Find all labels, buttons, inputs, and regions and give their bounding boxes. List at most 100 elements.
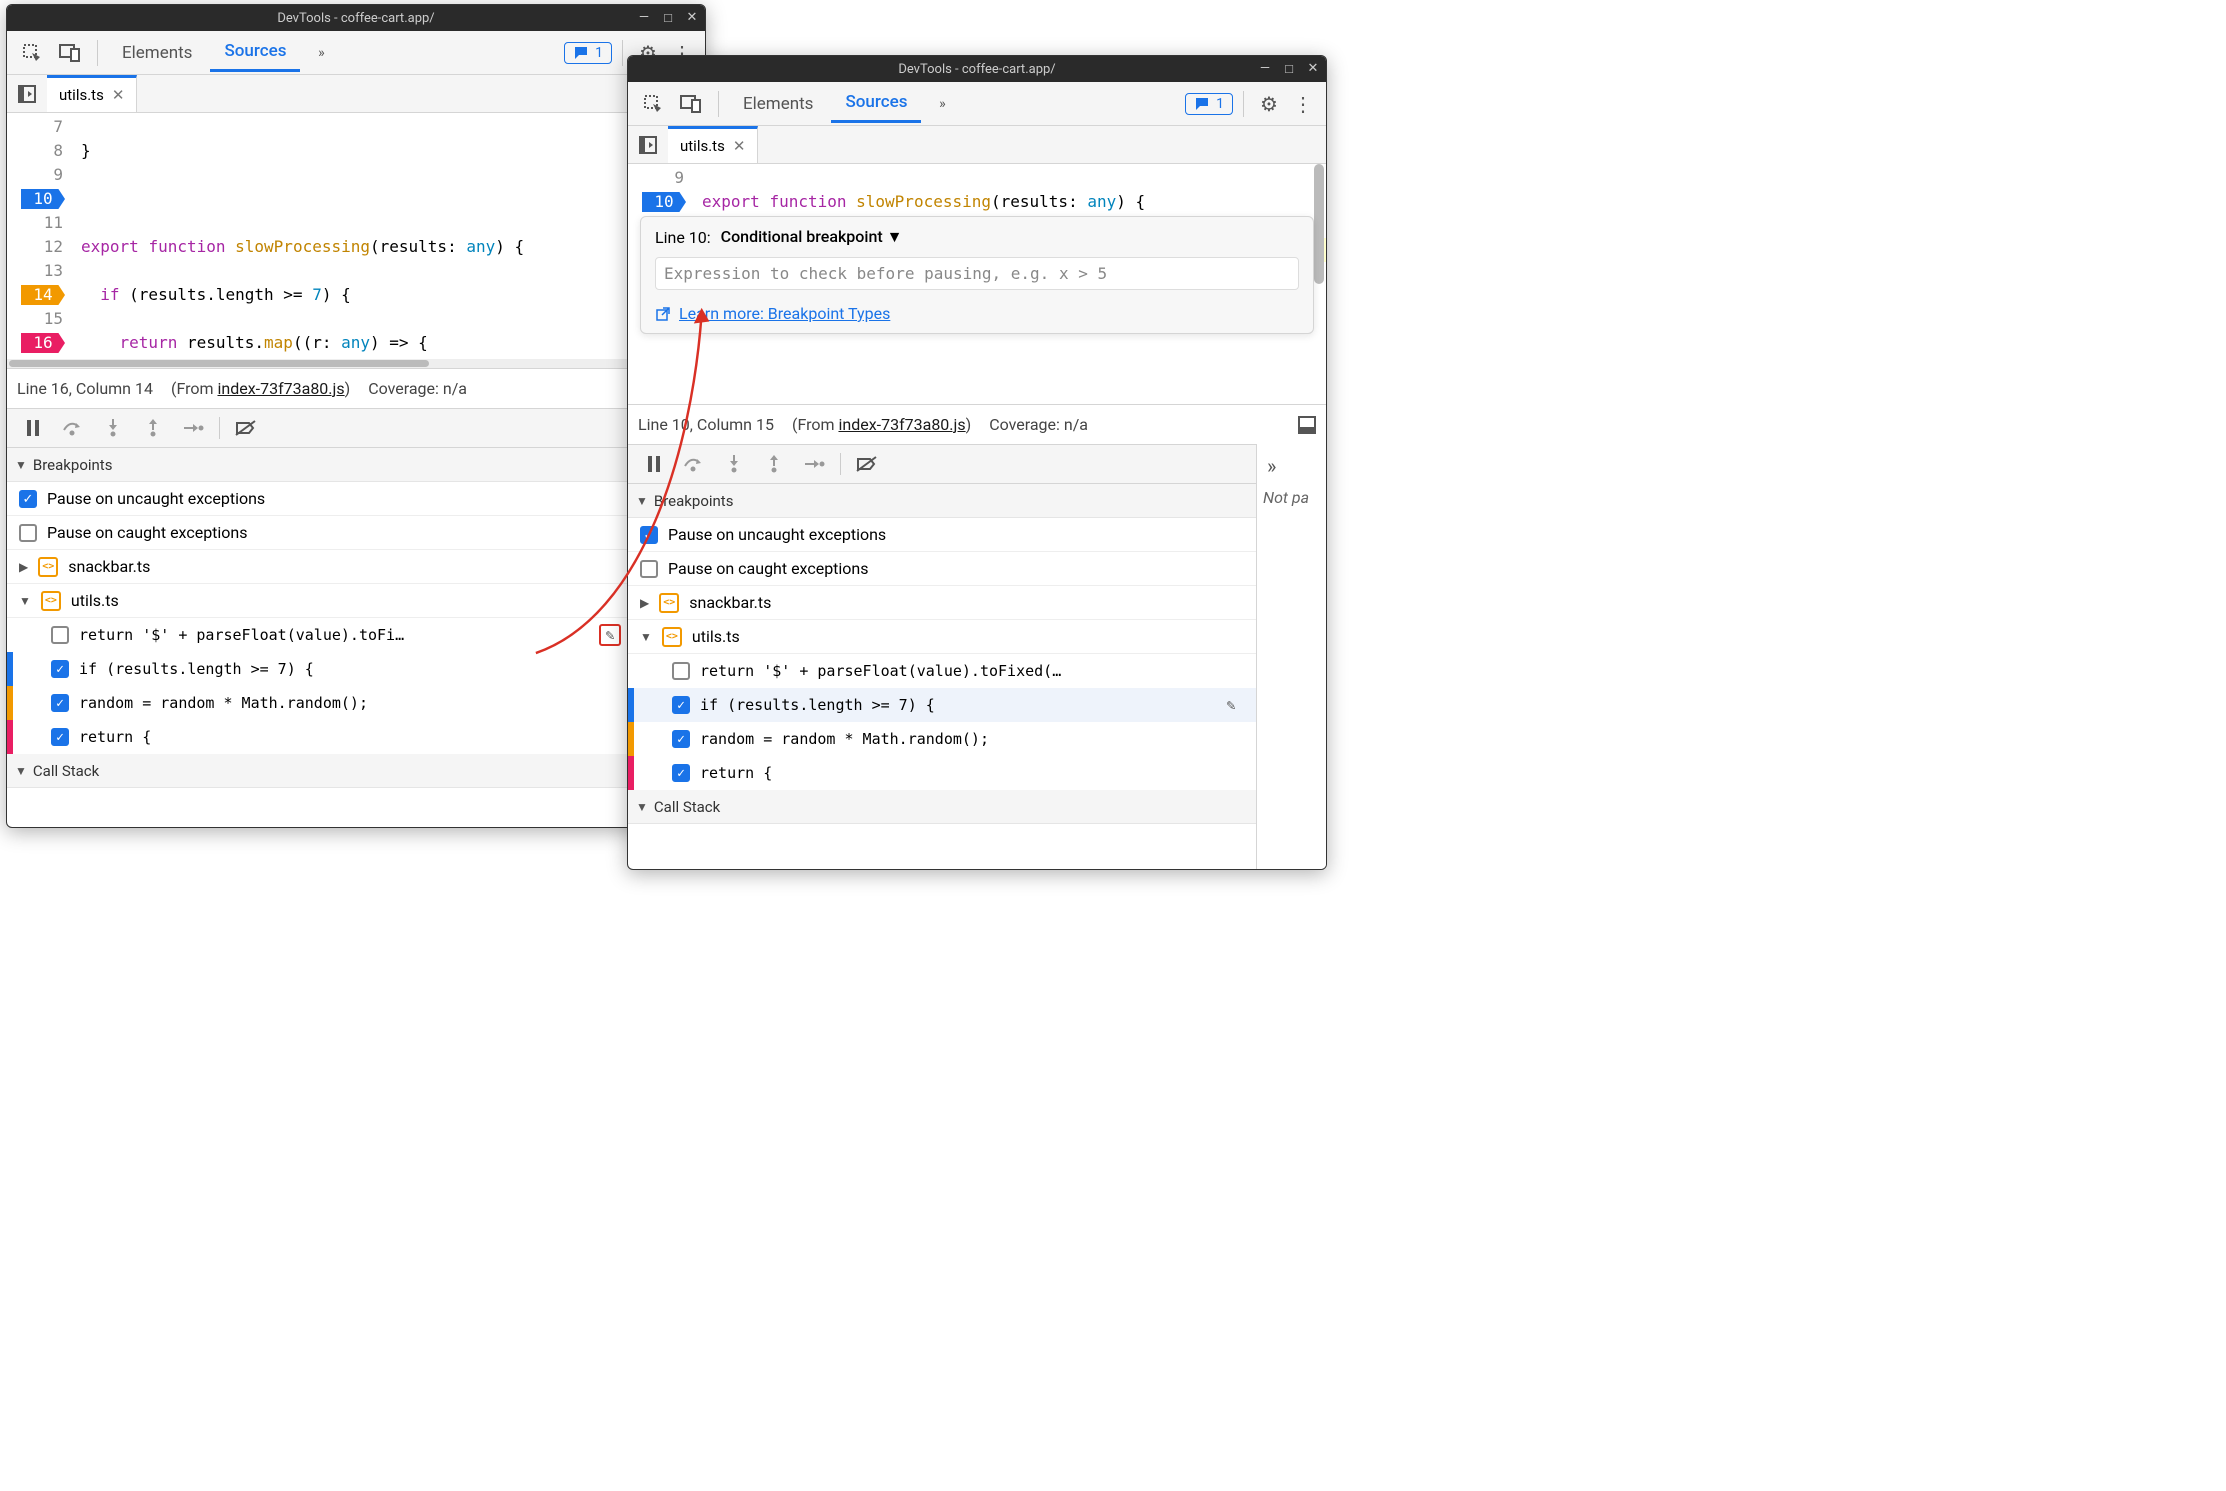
breakpoint-marker[interactable]: 10 bbox=[642, 192, 686, 212]
file-tab-row: utils.ts ✕ bbox=[628, 126, 1326, 164]
deactivate-breakpoints-button[interactable] bbox=[849, 448, 885, 480]
bp-color-tag bbox=[628, 688, 634, 722]
breakpoints-header[interactable]: ▼ Breakpoints bbox=[7, 448, 705, 482]
bp-text: random = random * Math.random(); bbox=[79, 694, 653, 712]
pause-button[interactable] bbox=[636, 448, 672, 480]
breakpoint-item[interactable]: ✓ random = random * Math.random(); 14 bbox=[7, 686, 705, 720]
file-tab-utils[interactable]: utils.ts ✕ bbox=[47, 75, 137, 112]
pause-uncaught-row[interactable]: ✓ Pause on uncaught exceptions bbox=[7, 482, 705, 516]
step-button[interactable] bbox=[175, 412, 211, 444]
breakpoint-item[interactable]: ✓ if (results.length >= 7) { ✎ ✕ 10 bbox=[628, 688, 1326, 722]
pencil-icon[interactable]: ✎ bbox=[599, 624, 621, 646]
maximize-icon[interactable]: □ bbox=[1282, 61, 1296, 77]
file-tab-label: utils.ts bbox=[59, 86, 104, 104]
condition-input[interactable]: Expression to check before pausing, e.g.… bbox=[655, 257, 1299, 290]
code-content[interactable]: } export function slowProcessing(results… bbox=[73, 113, 705, 359]
checkbox[interactable]: ✓ bbox=[51, 728, 69, 746]
pencil-icon[interactable]: ✎ bbox=[1220, 696, 1242, 714]
navigator-toggle-icon[interactable] bbox=[7, 85, 47, 103]
device-icon[interactable] bbox=[674, 87, 708, 121]
deactivate-breakpoints-button[interactable] bbox=[228, 412, 264, 444]
kebab-icon[interactable]: ⋮ bbox=[1288, 92, 1318, 116]
breakpoint-marker[interactable]: 10 bbox=[21, 189, 65, 209]
pause-button[interactable] bbox=[15, 412, 51, 444]
pause-caught-row[interactable]: Pause on caught exceptions bbox=[628, 552, 1326, 586]
checkbox[interactable]: ✓ bbox=[51, 660, 69, 678]
step-over-button[interactable] bbox=[55, 412, 91, 444]
maximize-icon[interactable]: □ bbox=[661, 10, 675, 26]
checkbox[interactable] bbox=[672, 662, 690, 680]
checkbox[interactable] bbox=[19, 524, 37, 542]
breakpoint-item[interactable]: ✓ return { 16 bbox=[628, 756, 1326, 790]
step-into-button[interactable] bbox=[716, 448, 752, 480]
breakpoints-header[interactable]: ▼ Breakpoints bbox=[628, 484, 1326, 518]
close-icon[interactable]: ✕ bbox=[733, 137, 746, 155]
pause-uncaught-row[interactable]: ✓ Pause on uncaught exceptions bbox=[628, 518, 1326, 552]
breakpoint-type-dropdown[interactable]: Conditional breakpoint ▼ bbox=[721, 227, 903, 247]
breakpoint-item[interactable]: ✓ random = random * Math.random(); 14 bbox=[628, 722, 1326, 756]
horizontal-scrollbar[interactable] bbox=[7, 359, 705, 368]
checkbox[interactable]: ✓ bbox=[51, 694, 69, 712]
file-label: snackbar.ts bbox=[68, 557, 150, 576]
code-editor[interactable]: 9 10 export function slowProcessing(resu… bbox=[628, 164, 1326, 404]
bp-file-utils[interactable]: ▼ <> utils.ts bbox=[628, 620, 1326, 654]
source-link[interactable]: index-73f73a80.js bbox=[838, 415, 965, 434]
close-icon[interactable]: ✕ bbox=[685, 10, 699, 26]
navigator-toggle-icon[interactable] bbox=[628, 136, 668, 154]
bp-file-snackbar[interactable]: ▶ <> snackbar.ts bbox=[7, 550, 705, 584]
step-out-button[interactable] bbox=[135, 412, 171, 444]
breakpoint-item[interactable]: ✓ if (results.length >= 7) { 10 bbox=[7, 652, 705, 686]
debug-controls bbox=[7, 408, 705, 448]
ts-file-icon: <> bbox=[662, 627, 682, 647]
tab-elements[interactable]: Elements bbox=[729, 86, 827, 122]
close-icon[interactable]: ✕ bbox=[1306, 61, 1320, 77]
checkbox[interactable] bbox=[640, 560, 658, 578]
step-over-button[interactable] bbox=[676, 448, 712, 480]
breakpoint-item[interactable]: ✓ return { 16 bbox=[7, 720, 705, 754]
issue-count: 1 bbox=[1216, 96, 1224, 112]
tab-sources[interactable]: Sources bbox=[210, 33, 300, 72]
checkbox[interactable] bbox=[51, 626, 69, 644]
more-tabs-icon[interactable]: » bbox=[925, 87, 959, 121]
tab-sources[interactable]: Sources bbox=[831, 84, 921, 123]
tab-elements[interactable]: Elements bbox=[108, 35, 206, 71]
more-tabs-icon[interactable]: » bbox=[1257, 444, 1326, 488]
pause-caught-row[interactable]: Pause on caught exceptions bbox=[7, 516, 705, 550]
bp-file-snackbar[interactable]: ▶ <> snackbar.ts bbox=[628, 586, 1326, 620]
line-gutter[interactable]: 7 8 9 10 11 12 13 14 15 16 bbox=[7, 113, 73, 359]
breakpoint-item[interactable]: return '$' + parseFloat(value).toFixed(…… bbox=[628, 654, 1326, 688]
minimize-icon[interactable]: — bbox=[637, 10, 651, 26]
gear-icon[interactable]: ⚙ bbox=[1254, 92, 1284, 116]
source-link[interactable]: index-73f73a80.js bbox=[217, 379, 344, 398]
dock-icon[interactable] bbox=[1298, 416, 1316, 434]
vertical-scrollbar[interactable] bbox=[1314, 164, 1324, 284]
issues-badge[interactable]: 1 bbox=[564, 42, 612, 64]
callstack-header[interactable]: ▼ Call Stack bbox=[7, 754, 705, 788]
checkbox[interactable]: ✓ bbox=[672, 696, 690, 714]
callstack-header[interactable]: ▼ Call Stack bbox=[628, 790, 1326, 824]
more-tabs-icon[interactable]: » bbox=[304, 36, 338, 70]
bp-color-tag bbox=[628, 722, 634, 756]
device-icon[interactable] bbox=[53, 36, 87, 70]
minimize-icon[interactable]: — bbox=[1258, 61, 1272, 77]
checkbox[interactable]: ✓ bbox=[19, 490, 37, 508]
step-out-button[interactable] bbox=[756, 448, 792, 480]
inspect-icon[interactable] bbox=[15, 36, 49, 70]
debug-controls bbox=[628, 444, 1326, 484]
code-editor[interactable]: 7 8 9 10 11 12 13 14 15 16 } export func… bbox=[7, 113, 705, 359]
step-into-button[interactable] bbox=[95, 412, 131, 444]
breakpoint-item[interactable]: return '$' + parseFloat(value).toFi… ✎ ✕… bbox=[7, 618, 705, 652]
close-icon[interactable]: ✕ bbox=[112, 86, 125, 104]
source-from: (From index-73f73a80.js) bbox=[792, 415, 971, 434]
issues-badge[interactable]: 1 bbox=[1185, 93, 1233, 115]
breakpoint-marker[interactable]: 14 bbox=[21, 285, 65, 305]
breakpoint-marker[interactable]: 16 bbox=[21, 333, 65, 353]
checkbox[interactable]: ✓ bbox=[672, 730, 690, 748]
inspect-icon[interactable] bbox=[636, 87, 670, 121]
checkbox[interactable]: ✓ bbox=[672, 764, 690, 782]
learn-more-link[interactable]: Learn more: Breakpoint Types bbox=[679, 304, 890, 323]
step-button[interactable] bbox=[796, 448, 832, 480]
bp-file-utils[interactable]: ▼ <> utils.ts bbox=[7, 584, 705, 618]
file-tab-utils[interactable]: utils.ts ✕ bbox=[668, 126, 758, 163]
checkbox[interactable]: ✓ bbox=[640, 526, 658, 544]
